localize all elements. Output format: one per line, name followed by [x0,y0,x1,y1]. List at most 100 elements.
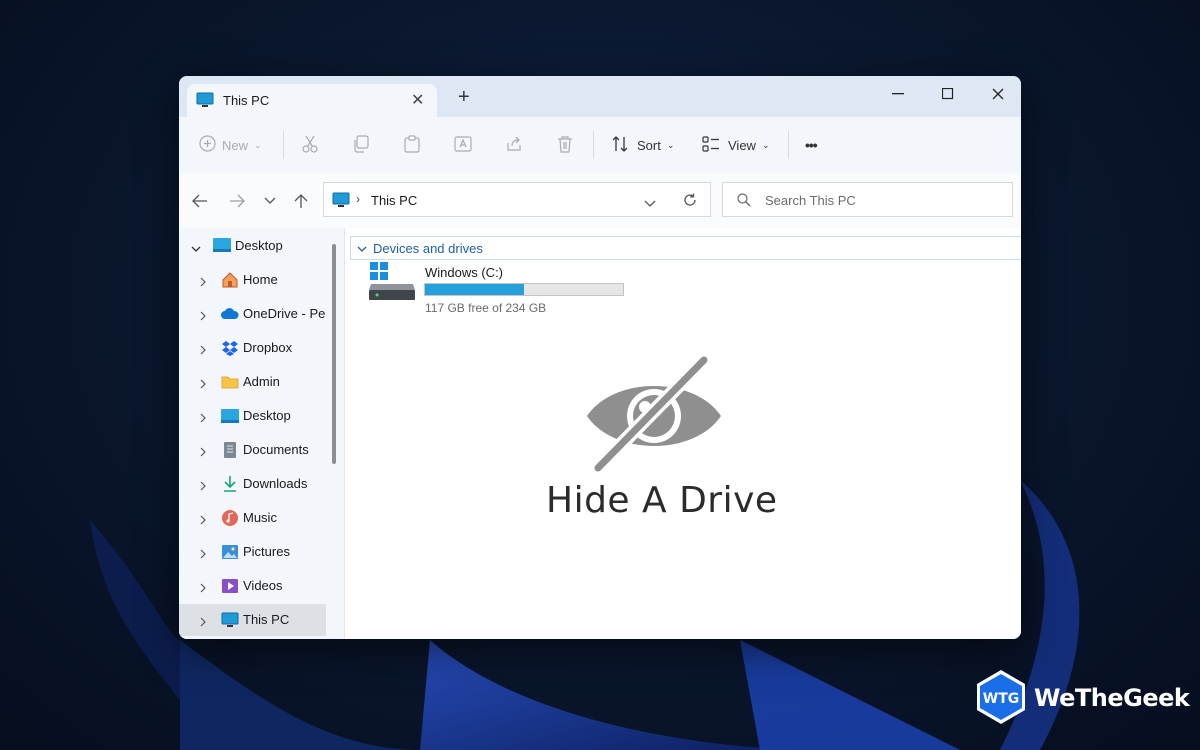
chevron-down-icon[interactable] [357,241,367,256]
new-button[interactable]: New ⌄ [199,117,262,173]
sidebar-item-dropbox[interactable]: Dropbox [179,332,326,364]
chevron-right-icon[interactable] [200,479,207,494]
view-button[interactable]: View ⌄ [702,117,770,173]
chevron-down-icon: ⌄ [666,139,675,150]
desktop-folder-icon [221,407,239,425]
navigation-pane: Desktop Home OneDrive - Personal Dropbox… [179,228,344,639]
chevron-right-icon[interactable] [200,309,207,324]
scissors-icon [301,135,319,156]
sidebar-item-videos[interactable]: Videos [179,570,326,602]
group-header-label: Devices and drives [373,240,483,256]
dropbox-icon [221,339,239,357]
recent-locations-button[interactable] [258,189,282,213]
music-icon [221,509,239,527]
sort-button[interactable]: Sort ⌄ [611,117,674,173]
close-tab-icon[interactable]: ✕ [411,90,424,110]
sidebar-item-label: Music [243,510,277,525]
forward-button[interactable] [225,189,249,213]
maximize-button[interactable] [925,80,971,108]
share-icon [505,135,523,156]
chevron-right-icon[interactable] [200,343,207,358]
sidebar-item-onedrive[interactable]: OneDrive - Personal [179,298,326,330]
separator [593,131,594,159]
sidebar-item-label: Home [243,272,278,287]
sidebar-item-desktop[interactable]: Desktop [179,400,326,432]
chevron-right-icon[interactable] [200,581,207,596]
tab-title: This PC [223,93,270,108]
chevron-right-icon[interactable] [200,513,207,528]
sidebar-item-home[interactable]: Home [179,264,326,296]
sidebar-scrollbar[interactable] [332,244,336,464]
hide-a-drive-title: Hide A Drive [546,480,778,521]
paste-button[interactable] [403,117,421,173]
wethegeek-brand: WTG WeTheGeek [972,668,1190,728]
chevron-right-icon[interactable] [200,377,207,392]
view-icon [702,135,720,155]
breadcrumb-this-pc[interactable]: This PC [371,193,417,208]
videos-icon [221,577,239,595]
sidebar-item-admin[interactable]: Admin [179,366,326,398]
devices-and-drives-group[interactable]: Devices and drives [350,236,1021,260]
chevron-right-icon[interactable] [200,445,207,460]
back-button[interactable] [188,189,212,213]
close-window-button[interactable] [975,80,1021,108]
copy-icon [352,134,370,156]
tab-this-pc[interactable]: This PC ✕ [187,84,437,117]
view-label: View [728,137,756,153]
drive-usage-fill [425,284,524,295]
sidebar-item-label: Documents [243,442,309,457]
chevron-right-icon[interactable] [200,275,207,290]
see-more-button[interactable]: ••• [805,117,818,173]
sidebar-item-label: This PC [243,612,290,627]
copy-button[interactable] [352,117,370,173]
sidebar-item-documents[interactable]: Documents [179,434,326,466]
new-tab-button[interactable]: + [458,87,470,107]
pictures-icon [221,543,239,561]
sidebar-item-label: OneDrive - Personal [243,306,325,321]
sidebar-item-label: Desktop [243,408,291,423]
delete-button[interactable] [556,117,574,173]
monitor-icon [332,192,350,213]
chevron-down-icon[interactable] [191,241,201,256]
rename-button[interactable] [454,117,472,173]
folder-icon [221,373,239,391]
chevron-right-icon[interactable] [200,411,207,426]
search-placeholder: Search This PC [765,193,856,208]
up-button[interactable] [289,189,313,213]
sidebar-item-label: Dropbox [243,340,293,355]
rename-icon [454,135,472,156]
plus-circle-icon [199,135,216,155]
chevron-down-icon: ⌄ [254,139,262,150]
sidebar-item-desktop-root[interactable]: Desktop [179,230,326,262]
sort-icon [611,135,629,156]
separator [788,131,789,159]
clipboard-icon [403,134,421,156]
sidebar-item-pictures[interactable]: Pictures [179,536,326,568]
minimize-button[interactable] [875,80,921,108]
refresh-icon[interactable] [682,192,698,213]
chevron-right-icon[interactable] [200,547,207,562]
sidebar-item-music[interactable]: Music [179,502,326,534]
chevron-right-icon[interactable] [200,615,207,630]
address-field[interactable]: › This PC [323,182,711,217]
monitor-icon [196,92,214,113]
desktop-icon [213,238,231,256]
sidebar-item-label: Pictures [243,544,290,559]
onedrive-icon [221,305,239,323]
sidebar-item-downloads[interactable]: Downloads [179,468,326,500]
this-pc-icon [221,611,239,629]
search-icon [737,193,751,212]
hard-drive-icon [369,260,417,307]
documents-icon [221,441,239,459]
drive-usage-bar [424,283,624,296]
address-history-chevron-icon[interactable] [644,195,656,213]
cut-button[interactable] [301,117,319,173]
sidebar-item-this-pc[interactable]: This PC [179,604,326,636]
share-button[interactable] [505,117,523,173]
new-label: New [222,137,249,153]
search-box[interactable]: Search This PC [722,182,1013,217]
home-icon [221,271,239,289]
breadcrumb-separator-icon: › [356,192,360,206]
command-bar: New ⌄ Sort ⌄ View ⌄ ••• [179,117,1021,174]
eye-slash-icon [584,353,724,475]
